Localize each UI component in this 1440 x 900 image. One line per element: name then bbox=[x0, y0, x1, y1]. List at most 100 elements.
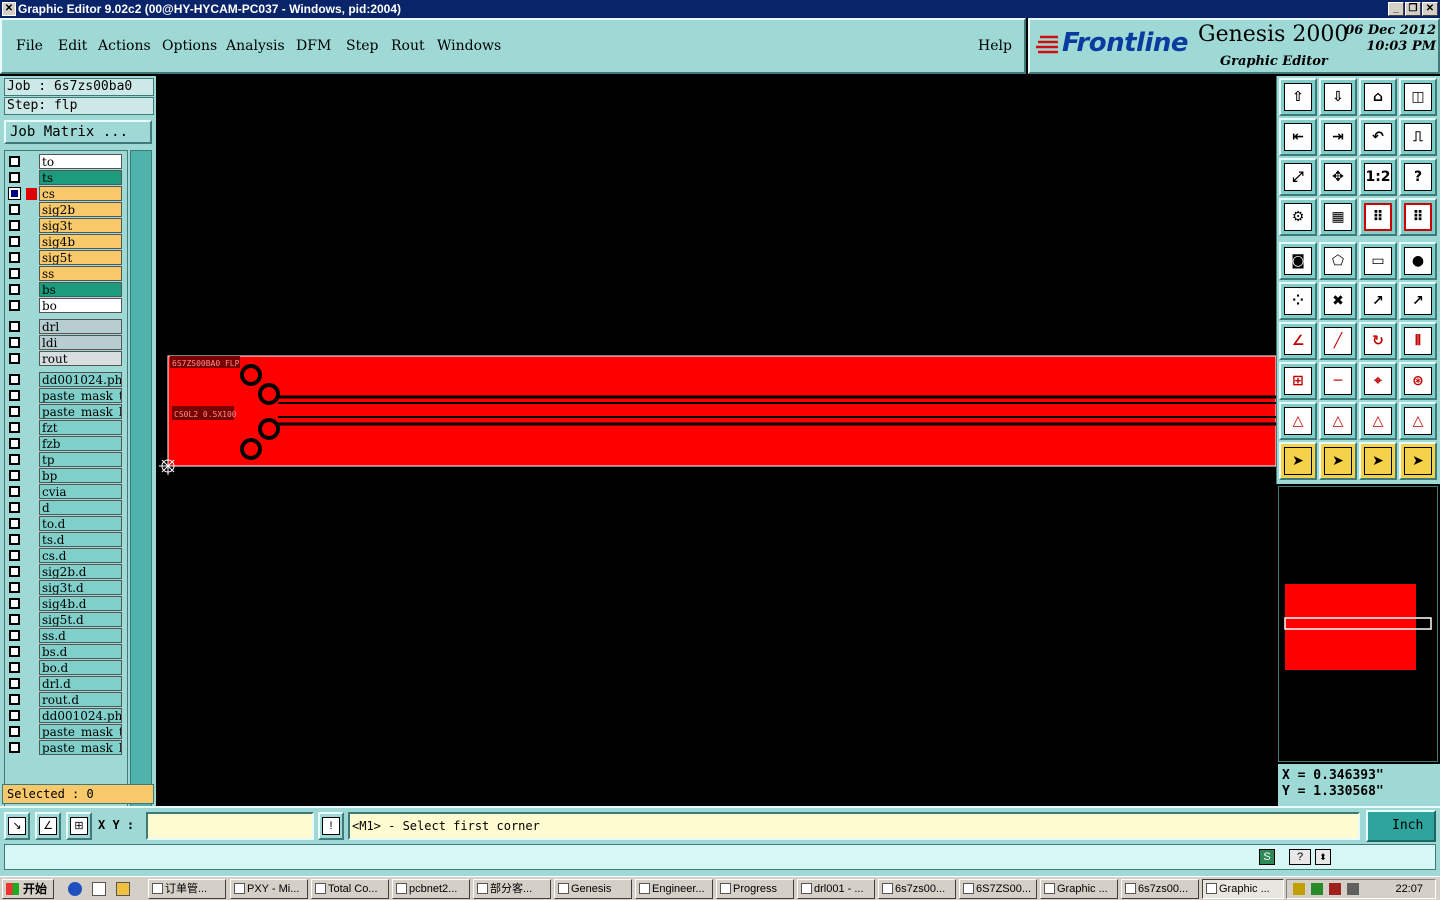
layer-name[interactable]: bp bbox=[39, 468, 122, 483]
line-tool[interactable]: ╱ bbox=[1319, 322, 1357, 360]
layer-name[interactable]: paste_mask_t bbox=[39, 388, 122, 403]
layer-name[interactable]: sig4b bbox=[39, 234, 122, 249]
layer-name[interactable]: sig5t bbox=[39, 250, 122, 265]
start-button[interactable]: 开始 bbox=[2, 879, 54, 899]
layer-row[interactable]: sig3t.d bbox=[4, 580, 124, 595]
ruler-tool[interactable]: ▭ bbox=[1359, 242, 1397, 280]
tray-icon[interactable] bbox=[1311, 883, 1323, 895]
layer-name[interactable]: sig2b bbox=[39, 202, 122, 217]
layer-row[interactable]: sig5t.d bbox=[4, 612, 124, 627]
layer-row[interactable]: drl bbox=[4, 319, 124, 334]
layer-row[interactable]: paste_mask_b bbox=[4, 740, 124, 755]
cross-tool[interactable]: ✖ bbox=[1319, 282, 1357, 320]
layer-checkbox[interactable] bbox=[9, 236, 20, 247]
snap-tool[interactable]: ⎍ bbox=[1399, 118, 1437, 156]
menu-help[interactable]: Help bbox=[978, 38, 1012, 54]
layer-row[interactable]: drl.d bbox=[4, 676, 124, 691]
taskbar-button[interactable]: 6s7zs00... bbox=[878, 879, 956, 899]
layer-checkbox[interactable] bbox=[9, 470, 20, 481]
layer-checkbox[interactable] bbox=[9, 337, 20, 348]
layer-row[interactable]: dd001024.pho bbox=[4, 372, 124, 387]
menu-windows[interactable]: Windows bbox=[437, 38, 501, 54]
menu-step[interactable]: Step bbox=[346, 38, 378, 54]
zoom-fit-tool[interactable]: ⤢ bbox=[1279, 158, 1317, 196]
layer-name[interactable]: tp bbox=[39, 452, 122, 467]
layer-row[interactable]: sig5t bbox=[4, 250, 124, 265]
layer-row[interactable]: dd001024.pho bbox=[4, 708, 124, 723]
taskbar-button[interactable]: 6s7zs00... bbox=[1121, 879, 1199, 899]
group-tool[interactable]: ⊛ bbox=[1399, 362, 1437, 400]
triangle-tool[interactable]: △ bbox=[1279, 402, 1317, 440]
angle-snap-button[interactable]: ∠ bbox=[35, 812, 61, 840]
measure-tool[interactable]: ⌖ bbox=[1359, 362, 1397, 400]
unit-selector[interactable]: Inch bbox=[1366, 810, 1436, 842]
layer-checkbox[interactable] bbox=[9, 502, 20, 513]
layer-checkbox[interactable] bbox=[9, 582, 20, 593]
layer-checkbox[interactable] bbox=[9, 630, 20, 641]
tray-icon[interactable] bbox=[1293, 883, 1305, 895]
triangle-red-tool[interactable]: △ bbox=[1359, 402, 1397, 440]
layer-row[interactable]: cs.d bbox=[4, 548, 124, 563]
cut-tool[interactable]: ─ bbox=[1319, 362, 1357, 400]
maximize-button[interactable]: ❐ bbox=[1405, 2, 1421, 16]
menu-file[interactable]: File bbox=[16, 38, 43, 54]
layer-row[interactable]: cvia bbox=[4, 484, 124, 499]
layer-name[interactable]: ss.d bbox=[39, 628, 122, 643]
layer-row[interactable]: ss.d bbox=[4, 628, 124, 643]
layer-name[interactable]: paste_mask_b bbox=[39, 404, 122, 419]
parallel-tool[interactable]: ⫴ bbox=[1399, 322, 1437, 360]
menu-dfm[interactable]: DFM bbox=[296, 38, 331, 54]
layer-checkbox[interactable] bbox=[9, 710, 20, 721]
red-layers-tool[interactable]: ⠿ bbox=[1359, 198, 1397, 236]
prev-step-tool[interactable]: ⇤ bbox=[1279, 118, 1317, 156]
layer-checkbox[interactable] bbox=[9, 300, 20, 311]
help-tool[interactable]: ? bbox=[1399, 158, 1437, 196]
polygon-tool[interactable]: ⬠ bbox=[1319, 242, 1357, 280]
layer-checkbox[interactable] bbox=[9, 726, 20, 737]
triangle-bar-tool[interactable]: △ bbox=[1399, 402, 1437, 440]
taskbar-button[interactable]: Genesis bbox=[554, 879, 632, 899]
layer-checkbox[interactable] bbox=[9, 614, 20, 625]
graphic-canvas[interactable]: 6S7ZS00BA0 FLP CS0L2 0.5X100 bbox=[156, 76, 1277, 806]
layer-name[interactable]: to.d bbox=[39, 516, 122, 531]
layer-row[interactable]: bp bbox=[4, 468, 124, 483]
layer-checkbox[interactable] bbox=[9, 662, 20, 673]
layer-name[interactable]: fzt bbox=[39, 420, 122, 435]
grid-tool[interactable]: ▦ bbox=[1319, 198, 1357, 236]
angle-tool[interactable]: ∠ bbox=[1279, 322, 1317, 360]
layer-row[interactable]: paste_mask_b bbox=[4, 404, 124, 419]
layer-name[interactable]: fzb bbox=[39, 436, 122, 451]
layer-name[interactable]: cs bbox=[39, 186, 122, 201]
layer-name[interactable]: bo.d bbox=[39, 660, 122, 675]
layer-checkbox[interactable] bbox=[9, 742, 20, 753]
layer-name[interactable]: rout.d bbox=[39, 692, 122, 707]
xy-input[interactable] bbox=[146, 812, 314, 840]
layer-name[interactable]: d bbox=[39, 500, 122, 515]
scale-1to2-tool[interactable]: 1:2 bbox=[1359, 158, 1397, 196]
layer-checkbox[interactable] bbox=[9, 252, 20, 263]
taskbar-button[interactable]: 6S7ZS00... bbox=[959, 879, 1037, 899]
layer-name[interactable]: dd001024.pho bbox=[39, 708, 122, 723]
zoom-box-button[interactable]: ↘ bbox=[4, 812, 30, 840]
net-tool[interactable]: ⁘ bbox=[1279, 282, 1317, 320]
layer-name[interactable]: cs.d bbox=[39, 548, 122, 563]
layer-row[interactable]: d bbox=[4, 500, 124, 515]
layer-row[interactable]: fzb bbox=[4, 436, 124, 451]
taskbar-button[interactable]: 部分客... bbox=[473, 879, 551, 899]
layer-checkbox[interactable] bbox=[9, 374, 20, 385]
layer-checkbox[interactable] bbox=[9, 156, 20, 167]
layer-row[interactable]: fzt bbox=[4, 420, 124, 435]
window-tool[interactable]: ◫ bbox=[1399, 78, 1437, 116]
pointer-selected-tool[interactable]: ➤ bbox=[1359, 442, 1397, 480]
circle-tool[interactable]: ● bbox=[1399, 242, 1437, 280]
layer-checkbox[interactable] bbox=[9, 268, 20, 279]
layer-checkbox[interactable] bbox=[9, 566, 20, 577]
layer-row[interactable]: rout bbox=[4, 351, 124, 366]
layer-name[interactable]: dd001024.pho bbox=[39, 372, 122, 387]
home-tool[interactable]: ⌂ bbox=[1359, 78, 1397, 116]
layer-row[interactable]: bs.d bbox=[4, 644, 124, 659]
job-matrix-button[interactable]: Job Matrix ... bbox=[4, 120, 152, 144]
layer-checkbox[interactable] bbox=[9, 438, 20, 449]
layer-checkbox[interactable] bbox=[9, 454, 20, 465]
layer-row[interactable]: paste_mask_t bbox=[4, 388, 124, 403]
